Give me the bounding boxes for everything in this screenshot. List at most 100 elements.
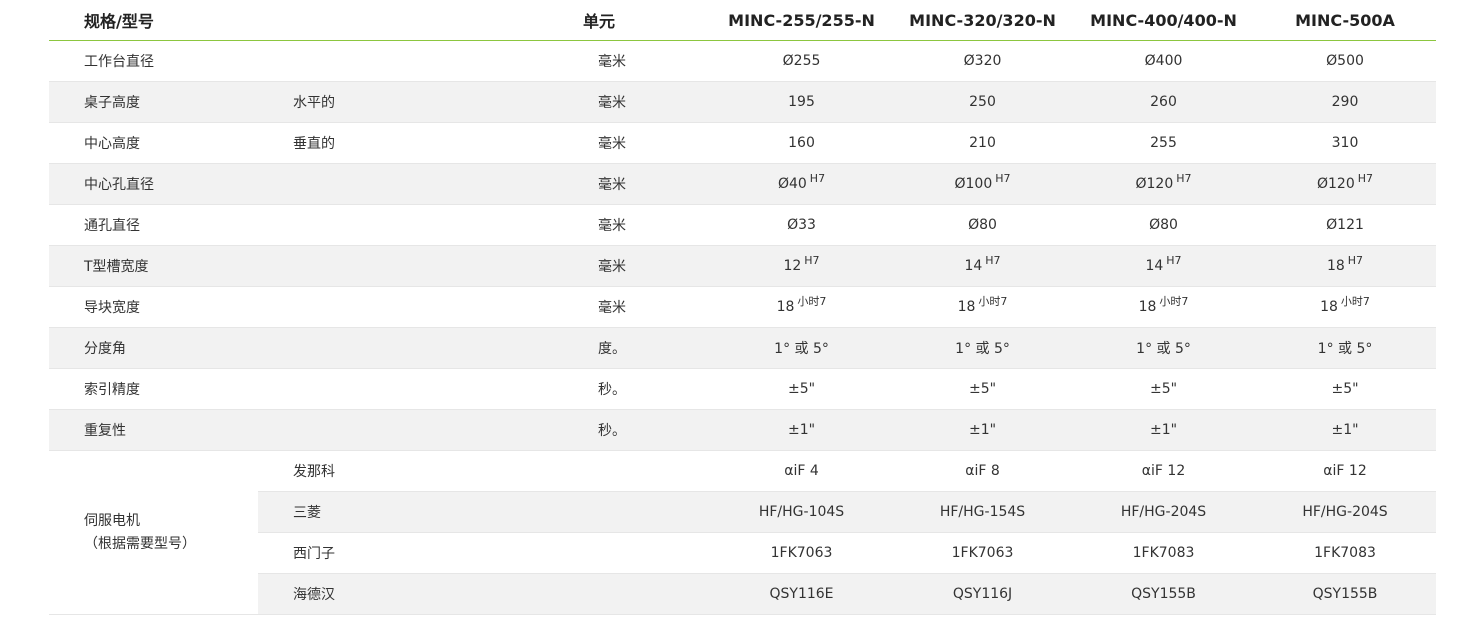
value-cell: αiF 12 <box>1073 450 1255 492</box>
value-cell: QSY155B <box>1073 573 1255 615</box>
value-text: 14 <box>964 258 983 274</box>
value-cell: 1° 或 5° <box>711 327 893 369</box>
value-cell: αiF 12 <box>1254 450 1437 492</box>
value-text: 290 <box>1331 94 1359 110</box>
value-text: 310 <box>1331 135 1359 151</box>
tolerance-superscript: H7 <box>1166 254 1182 267</box>
value-cell: 18 H7 <box>1254 245 1437 287</box>
value-cell: ±1" <box>1073 409 1255 451</box>
spec-label: 通孔直径 <box>49 204 258 246</box>
value-text: 18 <box>1326 258 1345 274</box>
spec-label: 桌子高度 <box>49 81 258 123</box>
servo-label-line: 伺服电机 <box>84 512 140 529</box>
table-row: 重复性 秒。 ±1" ±1" ±1" ±1" <box>49 409 1437 451</box>
tolerance-superscript: H7 <box>804 254 820 267</box>
value-cell: 1° 或 5° <box>1254 327 1437 369</box>
value-cell: 18 小时7 <box>711 286 893 328</box>
value-cell: 210 <box>892 122 1074 164</box>
value-text: Ø100 <box>954 176 993 192</box>
value-text: Ø40 <box>777 176 807 192</box>
value-cell: 260 <box>1073 81 1255 123</box>
header-row: 规格/型号 单元 MINC-255/255-N MINC-320/320-N M… <box>49 0 1437 41</box>
servo-row: 三菱 HF/HG-104S HF/HG-154S HF/HG-204S HF/HG-20… <box>49 491 1437 533</box>
value-text: Ø255 <box>782 53 821 69</box>
value-cell: QSY116J <box>892 573 1074 615</box>
value-cell: 250 <box>892 81 1074 123</box>
value-cell: 18 小时7 <box>892 286 1074 328</box>
spec-sublabel <box>258 245 582 287</box>
value-cell: ±5" <box>1254 368 1437 410</box>
tolerance-superscript: H7 <box>809 172 826 185</box>
spec-sublabel <box>258 204 582 246</box>
servo-brand: 三菱 <box>258 491 582 533</box>
value-text: 12 <box>783 258 802 274</box>
value-text: 1° 或 5° <box>774 341 829 357</box>
servo-row: 西门子 1FK7063 1FK7063 1FK7083 1FK7083 <box>49 532 1437 574</box>
value-cell: 255 <box>1073 122 1255 164</box>
unit-cell: 毫米 <box>581 286 712 328</box>
value-text: ±1" <box>1331 422 1359 438</box>
value-cell: QSY155B <box>1254 573 1437 615</box>
value-cell: 1° 或 5° <box>1073 327 1255 369</box>
value-cell: 14 H7 <box>892 245 1074 287</box>
value-cell: 195 <box>711 81 893 123</box>
tolerance-superscript: H7 <box>985 254 1001 267</box>
model-heading: MINC-255/255-N <box>711 0 893 41</box>
value-cell: 18 小时7 <box>1073 286 1255 328</box>
value-text: Ø33 <box>787 217 816 233</box>
value-text: 18 <box>1138 299 1157 315</box>
tolerance-superscript: H7 <box>1176 172 1192 185</box>
value-cell: 310 <box>1254 122 1437 164</box>
tolerance-superscript: 小时7 <box>978 295 1008 308</box>
table-body: 工作台直径 毫米 Ø255 Ø320 Ø400 Ø500 桌子高度 水平的 毫米 195 250 26… <box>49 40 1437 615</box>
value-cell: ±5" <box>711 368 893 410</box>
unit-cell <box>581 491 712 533</box>
value-text: Ø400 <box>1144 53 1183 69</box>
value-cell: Ø400 <box>1073 40 1255 82</box>
servo-row: 伺服电机 （根据需要型号） 发那科 αiF 4 αiF 8 αiF 12 αiF 12 <box>49 450 1437 615</box>
spec-sublabel <box>258 163 582 205</box>
unit-heading: 单元 <box>581 0 712 41</box>
value-text: 195 <box>788 94 815 110</box>
servo-brand: 西门子 <box>258 532 582 574</box>
unit-cell <box>581 532 712 574</box>
value-cell: ±5" <box>1073 368 1255 410</box>
unit-cell: 毫米 <box>581 122 712 164</box>
tolerance-superscript: 小时7 <box>1159 295 1189 308</box>
value-cell: Ø40 H7 <box>711 163 893 205</box>
value-cell: αiF 8 <box>892 450 1074 492</box>
value-cell: αiF 4 <box>711 450 893 492</box>
table-row: 中心高度 垂直的 毫米 160 210 255 310 <box>49 122 1437 164</box>
value-cell: Ø121 <box>1254 204 1437 246</box>
value-cell: Ø80 <box>892 204 1074 246</box>
value-cell: 1FK7063 <box>711 532 893 574</box>
value-text: Ø320 <box>963 53 1002 69</box>
spec-sublabel <box>258 368 582 410</box>
table-row: 工作台直径 毫米 Ø255 Ø320 Ø400 Ø500 <box>49 40 1437 82</box>
unit-cell <box>581 450 712 492</box>
value-cell: QSY116E <box>711 573 893 615</box>
value-text: 250 <box>969 94 996 110</box>
value-cell: 290 <box>1254 81 1437 123</box>
spec-label: 分度角 <box>49 327 258 369</box>
value-text: ±1" <box>968 422 997 438</box>
value-text: Ø121 <box>1326 217 1364 233</box>
value-text: ±1" <box>787 422 816 438</box>
table-header: 规格/型号 单元 MINC-255/255-N MINC-320/320-N M… <box>49 0 1437 41</box>
value-text: 1° 或 5° <box>1136 341 1191 357</box>
spec-sublabel <box>258 409 582 451</box>
value-cell: Ø120 H7 <box>1073 163 1255 205</box>
unit-cell: 度。 <box>581 327 712 369</box>
value-text: ±5" <box>787 381 816 397</box>
servo-motor-label: 伺服电机 （根据需要型号） <box>49 450 258 615</box>
spec-sublabel <box>258 327 582 369</box>
value-text: 14 <box>1145 258 1164 274</box>
unit-cell: 毫米 <box>581 81 712 123</box>
table-row: 通孔直径 毫米 Ø33 Ø80 Ø80 Ø121 <box>49 204 1437 246</box>
value-cell: Ø120 H7 <box>1254 163 1437 205</box>
value-cell: 1FK7083 <box>1073 532 1255 574</box>
spec-label: T型槽宽度 <box>49 245 258 287</box>
unit-cell: 秒。 <box>581 409 712 451</box>
value-cell: ±1" <box>1254 409 1437 451</box>
spec-model-heading: 规格/型号 <box>49 0 582 41</box>
